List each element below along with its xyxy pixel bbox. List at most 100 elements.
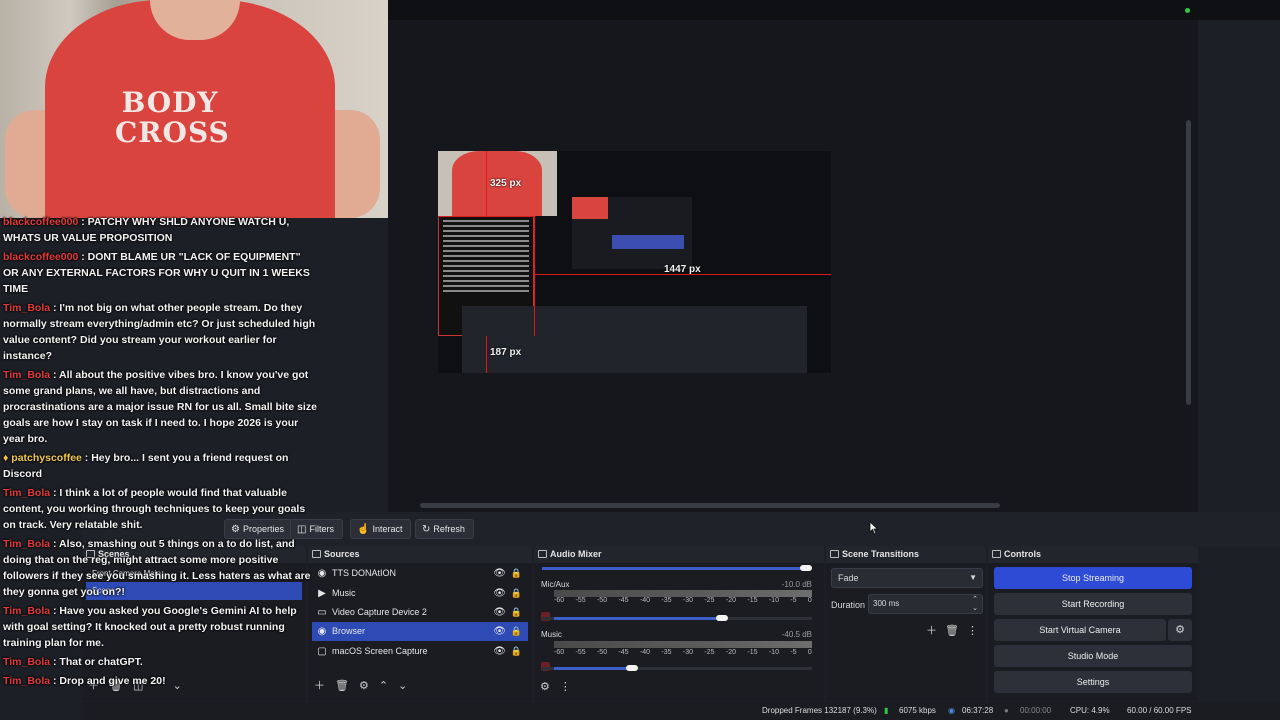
chat-text: : Also, smashing out 5 things on a to do… [3,538,311,598]
controls-title: Controls [988,546,1198,563]
source-item-video-capture[interactable]: ▭ Video Capture Device 2 👁 🔒 [312,603,528,622]
transition-toolbar: ＋ 🗑 ⋮ [918,622,978,638]
top-volume-slider[interactable] [542,565,812,571]
dropped-frames: Dropped Frames 132187 (9.3%) [762,706,877,715]
audio-mixer-title: Audio Mixer [534,546,824,563]
stop-streaming-button[interactable]: Stop Streaming [994,567,1192,589]
chat-message: Tim_Bola : That or chatGPT. [0,652,320,671]
chat-username: Tim_Bola [3,605,51,617]
trash-icon[interactable]: 🗑 [335,680,349,692]
chat-username: Tim_Bola [3,487,51,499]
add-icon[interactable]: ＋ [926,625,937,637]
chat-username: Tim_Bola [3,369,51,381]
chevron-down-icon[interactable]: ⌄ [398,680,407,692]
chat-message: blackcoffee000 : DONT BLAME UR "LACK OF … [0,247,320,298]
chat-username: blackcoffee000 [3,216,79,228]
audio-mixer-panel: Audio Mixer Mic/Aux -10.0 dB -60 -55 -50 -4… [534,546,824,701]
mixer-toolbar: ⚙ ⋮ [540,680,581,693]
settings-button[interactable]: Settings [994,671,1192,693]
sources-panel: Sources ◉ TTS DONAtION 👁 🔒 ▶ Music 👁 🔒 ▭ Video … [308,546,532,701]
chat-message: Tim_Bola : Also, smashing out 5 things o… [0,534,320,601]
channel-db-music: -40.5 dB [781,630,812,639]
music-level-meter [554,641,812,648]
source-item-music[interactable]: ▶ Music 👁 🔒 [312,584,528,603]
chat-username: ♦ patchyscoffee [3,452,82,464]
status-indicator-dot [1185,8,1190,13]
mouse-cursor-icon [869,521,879,535]
width-label: 1447 px [664,264,701,275]
scene-transitions-panel: Scene Transitions Fade ▼ Duration 300 ms ⌃… [826,546,986,701]
eye-icon[interactable]: 👁 [493,622,506,641]
chat-text: : All about the positive vibes bro. I kn… [3,369,317,445]
chat-message: Tim_Bola : Have you asked you Google's G… [0,601,320,652]
channel-name-music: Music [541,630,562,639]
interact-button[interactable]: ☝ Interact [350,519,412,539]
chevron-down-icon: ▼ [969,573,977,582]
chat-text: : Drop and give me 20! [50,675,166,687]
hand-icon: ☝ [357,524,370,535]
chat-message: ♦ patchyscoffee : Hey bro... I sent you … [0,448,320,483]
refresh-icon: ↻ [422,524,431,535]
music-volume-slider[interactable] [542,665,812,671]
chat-message: Tim_Bola : I think a lot of people would… [0,483,320,534]
height-bottom-label: 187 px [490,347,522,358]
source-item-browser[interactable]: ◉ Browser 👁 🔒 [312,622,528,641]
chat-username: Tim_Bola [3,656,51,668]
chat-text: : That or chatGPT. [50,656,143,668]
source-item-tts[interactable]: ◉ TTS DONAtION 👁 🔒 [312,564,528,583]
lock-icon[interactable]: 🔒 [511,584,522,603]
music-meter-ticks: -60 -55 -50 -45 -40 -35 -30 -25 -20 -15 -10 -5 0 [554,649,812,656]
start-recording-button[interactable]: Start Recording [994,593,1192,615]
webcam-feed: BODY CROSS [0,0,388,218]
fps-readout: 60.00 / 60.00 FPS [1127,706,1192,715]
chat-message: Tim_Bola : I'm not big on what other peo… [0,298,320,365]
channel-name-mic: Mic/Aux [541,580,570,589]
stream-icon: ◉ [948,706,955,715]
cpu-usage: CPU: 4.9% [1070,706,1110,715]
sources-toolbar: ＋ 🗑 ⚙ ⌃ ⌄ [314,677,417,693]
lock-icon[interactable]: 🔒 [511,642,522,661]
chat-overlay: blackcoffee000 : PATCHY WHY SHLD ANYONE … [0,212,320,687]
status-bar: Dropped Frames 132187 (9.3%) ▮ 6075 kbps… [82,702,1280,720]
lock-icon[interactable]: 🔒 [511,622,522,641]
more-options-icon[interactable]: ⋮ [560,681,571,693]
chat-message: blackcoffee000 : PATCHY WHY SHLD ANYONE … [0,212,320,247]
spinner-icon[interactable]: ⌃ ⌄ [972,595,978,613]
mic-level-meter [554,590,812,597]
mic-volume-slider[interactable] [542,615,812,621]
transition-select[interactable]: Fade ▼ [831,568,983,588]
chat-username: Tim_Bola [3,675,51,687]
preview-vertical-scrollbar[interactable] [1186,120,1191,405]
eye-icon[interactable]: 👁 [493,642,506,661]
virtual-camera-gear-icon[interactable]: ⚙ [1168,619,1192,641]
more-options-icon[interactable]: ⋮ [967,625,978,637]
studio-mode-button[interactable]: Studio Mode [994,645,1192,667]
chat-username: blackcoffee000 [3,251,79,263]
bitrate: 6075 kbps [899,706,936,715]
sources-title: Sources [308,546,532,563]
lock-icon[interactable]: 🔒 [511,603,522,622]
source-item-screen-capture[interactable]: ▢ macOS Screen Capture 👁 🔒 [312,642,528,661]
channel-db-mic: -10.0 dB [781,580,812,589]
preview-top-bar [388,0,1280,20]
trash-icon[interactable]: 🗑 [945,625,959,637]
record-icon: ● [1004,706,1009,715]
gear-icon[interactable]: ⚙ [359,680,369,692]
stream-time: 06:37:28 [962,706,994,715]
height-top-label: 325 px [490,178,522,189]
duration-input[interactable]: 300 ms ⌃ ⌄ [868,594,983,614]
chat-username: Tim_Bola [3,538,51,550]
selected-browser-source-preview[interactable]: 325 px 1447 px 187 px [438,151,831,373]
start-virtual-camera-button[interactable]: Start Virtual Camera [994,619,1166,641]
refresh-button[interactable]: ↻ Refresh [415,519,474,539]
shirt-logo: BODY CROSS [115,86,230,149]
chat-message: Tim_Bola : All about the positive vibes … [0,365,320,448]
eye-icon[interactable]: 👁 [493,564,506,583]
preview-horizontal-scrollbar[interactable] [420,503,1000,508]
gear-icon[interactable]: ⚙ [540,681,550,693]
lock-icon[interactable]: 🔒 [511,564,522,583]
chat-username: Tim_Bola [3,302,51,314]
eye-icon[interactable]: 👁 [493,603,506,622]
eye-icon[interactable]: 👁 [493,584,506,603]
chevron-up-icon[interactable]: ⌃ [379,680,388,692]
